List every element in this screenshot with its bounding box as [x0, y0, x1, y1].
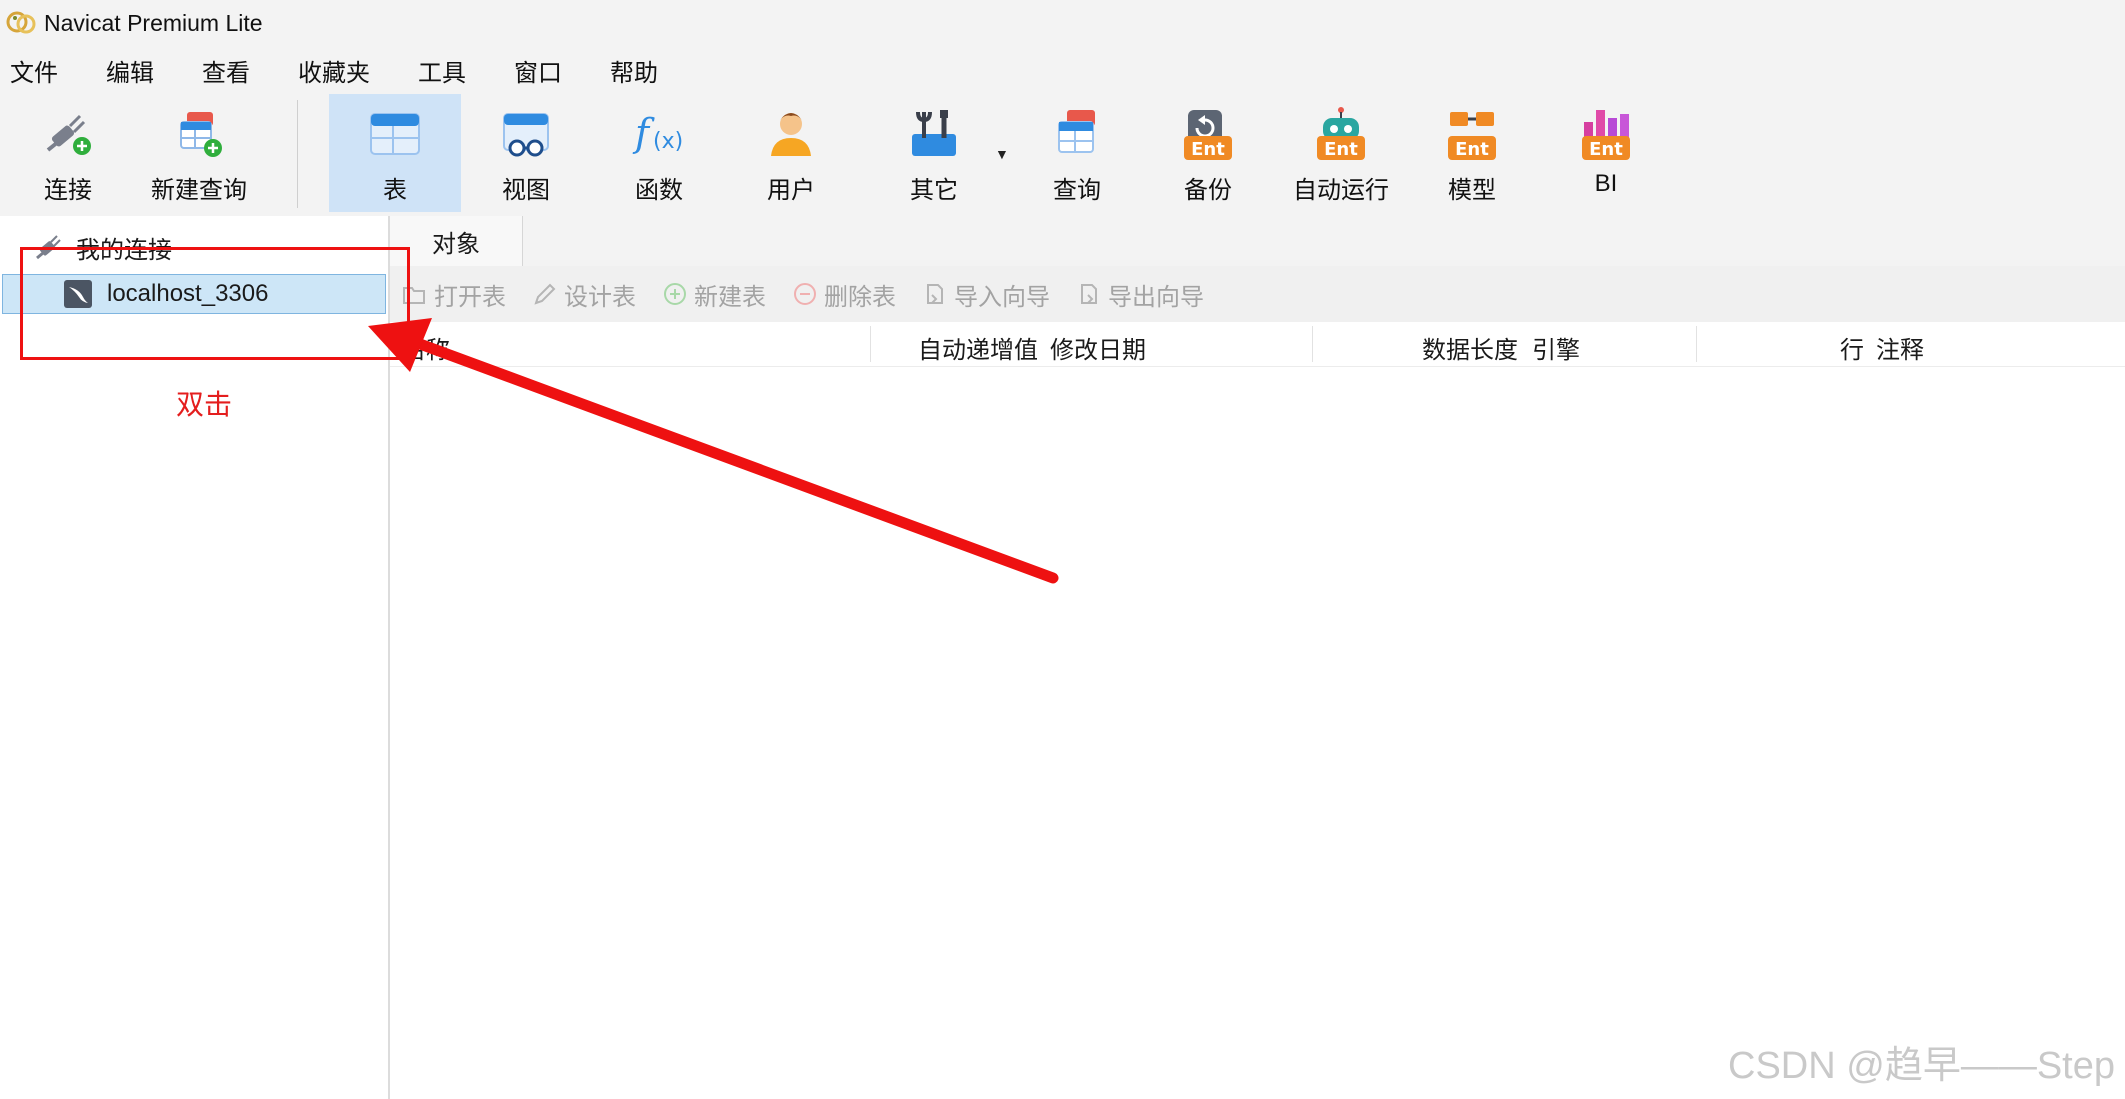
- view-button[interactable]: 视图: [476, 94, 576, 212]
- column-divider[interactable]: [870, 326, 871, 362]
- menu-window[interactable]: 窗口: [514, 53, 580, 88]
- menu-favorites[interactable]: 收藏夹: [298, 53, 388, 88]
- new-table-label: 新建表: [694, 283, 766, 311]
- delete-table-label: 删除表: [824, 283, 896, 311]
- remove-circle-icon: [794, 283, 816, 305]
- bi-button[interactable]: Ent BI: [1556, 94, 1656, 212]
- import-wizard-label: 导入向导: [954, 283, 1050, 311]
- other-label: 其它: [910, 177, 958, 204]
- col-comment[interactable]: 注释: [1876, 330, 1924, 365]
- navicat-logo-icon: [6, 11, 36, 34]
- svg-text:f: f: [632, 111, 655, 155]
- column-divider[interactable]: [1696, 326, 1697, 362]
- model-button[interactable]: Ent 模型: [1422, 94, 1522, 212]
- ent-badge-text: Ent: [1589, 139, 1623, 160]
- bi-chart-icon: Ent: [1582, 110, 1630, 160]
- menu-tools[interactable]: 工具: [418, 53, 484, 88]
- automation-label: 自动运行: [1293, 177, 1389, 204]
- menu-help[interactable]: 帮助: [610, 53, 676, 88]
- title-bar: Navicat Premium Lite: [0, 0, 2125, 46]
- backup-button[interactable]: Ent 备份: [1158, 94, 1258, 212]
- col-data-length[interactable]: 数据长度: [1422, 330, 1518, 365]
- query-icon: [1058, 110, 1095, 153]
- annotation-text: 双击: [176, 389, 233, 420]
- other-button[interactable]: 其它: [884, 94, 984, 212]
- import-wizard-button[interactable]: 导入向导: [920, 277, 1050, 312]
- new-query-button[interactable]: 新建查询: [142, 94, 256, 212]
- function-button[interactable]: f (x) 函数: [609, 94, 709, 212]
- tab-bar: 对象: [390, 216, 2125, 267]
- toolbar-separator: [297, 100, 298, 208]
- connect-button[interactable]: 连接: [22, 94, 114, 212]
- robot-icon: Ent: [1317, 107, 1365, 160]
- table-icon: [370, 113, 420, 155]
- plug-add-icon: [46, 114, 91, 155]
- backup-label: 备份: [1184, 177, 1232, 204]
- new-table-button[interactable]: 新建表: [660, 277, 766, 312]
- new-query-icon: [180, 112, 222, 157]
- ent-badge-text: Ent: [1455, 139, 1489, 160]
- import-icon: [927, 284, 943, 304]
- object-list-header: 名称 自动递增值 修改日期 数据长度 引擎 行 注释: [390, 322, 2125, 367]
- pencil-icon: [534, 283, 556, 305]
- menu-edit[interactable]: 编辑: [106, 53, 172, 88]
- open-table-button[interactable]: 打开表: [400, 277, 506, 312]
- design-table-label: 设计表: [564, 283, 636, 311]
- new-query-label: 新建查询: [151, 177, 247, 204]
- export-icon: [1081, 284, 1097, 304]
- col-modified-date[interactable]: 修改日期: [1050, 330, 1146, 365]
- window-title: Navicat Premium Lite: [44, 9, 263, 36]
- query-button[interactable]: 查询: [1027, 94, 1127, 212]
- object-action-bar: 打开表 设计表 新建表 删除表 导入向导 导出向导: [390, 266, 2125, 322]
- function-fx-icon: f (x): [632, 111, 683, 155]
- tools-icon: [912, 110, 956, 156]
- menu-view[interactable]: 查看: [202, 53, 268, 88]
- delete-table-button[interactable]: 删除表: [790, 277, 896, 312]
- open-table-label: 打开表: [434, 283, 506, 311]
- automation-button[interactable]: Ent 自动运行: [1283, 94, 1399, 212]
- model-icon: Ent: [1448, 112, 1496, 160]
- user-label: 用户: [767, 177, 815, 204]
- design-table-button[interactable]: 设计表: [530, 277, 636, 312]
- highlight-box: [20, 247, 410, 360]
- user-icon: [771, 113, 811, 156]
- col-auto-increment[interactable]: 自动递增值: [918, 330, 1038, 365]
- model-label: 模型: [1448, 177, 1496, 204]
- query-label: 查询: [1053, 177, 1101, 204]
- table-label: 表: [383, 177, 407, 204]
- ent-badge-text: Ent: [1191, 139, 1225, 160]
- main-toolbar: 连接 新建查询 表 视图 f (x) 函数 用户 其它 ▼ 查询 Ent 备份 …: [0, 94, 2125, 217]
- bi-label: BI: [1594, 170, 1618, 197]
- column-divider[interactable]: [1312, 326, 1313, 362]
- menu-file[interactable]: 文件: [10, 53, 76, 88]
- table-button[interactable]: 表: [329, 94, 461, 212]
- other-dropdown-icon[interactable]: ▼: [995, 146, 1009, 162]
- col-engine[interactable]: 引擎: [1532, 330, 1580, 365]
- backup-icon: Ent: [1184, 110, 1232, 160]
- add-circle-icon: [664, 283, 686, 305]
- export-wizard-label: 导出向导: [1108, 283, 1204, 311]
- menu-bar: 文件 编辑 查看 收藏夹 工具 窗口 帮助: [0, 46, 2125, 94]
- user-button[interactable]: 用户: [741, 94, 841, 212]
- view-label: 视图: [502, 177, 550, 204]
- watermark: CSDN @趋早——Step: [1728, 1045, 2115, 1087]
- view-icon: [503, 113, 549, 157]
- svg-text:(x): (x): [653, 129, 683, 154]
- connect-label: 连接: [44, 177, 92, 204]
- ent-badge-text: Ent: [1324, 139, 1358, 160]
- function-label: 函数: [635, 177, 683, 204]
- col-rows[interactable]: 行: [1840, 330, 1864, 365]
- export-wizard-button[interactable]: 导出向导: [1074, 277, 1204, 312]
